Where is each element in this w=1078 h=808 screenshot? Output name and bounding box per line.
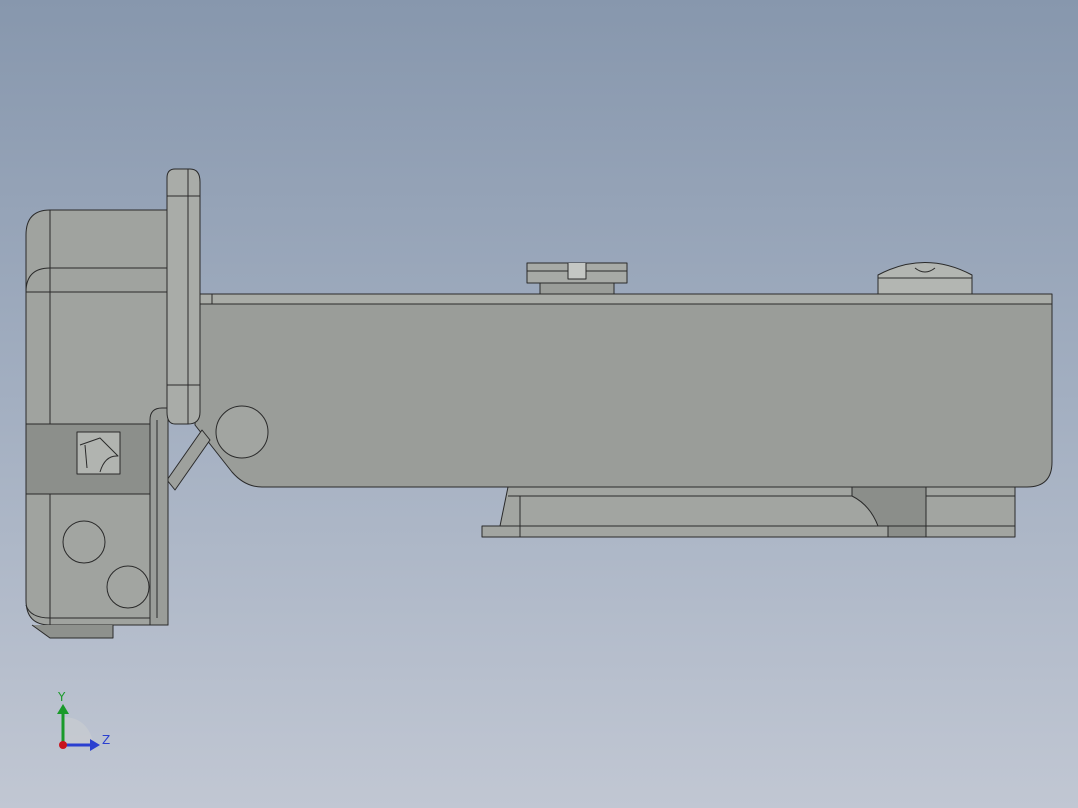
z-axis-label: Z <box>102 733 110 747</box>
x-axis-origin <box>59 741 67 749</box>
triad-arc <box>63 717 94 745</box>
cad-viewport[interactable]: Y Z <box>0 0 1078 808</box>
coordinate-triad: Y Z <box>57 690 110 751</box>
z-axis-arrow <box>90 739 100 751</box>
y-axis-arrow <box>57 704 69 714</box>
y-axis-label: Y <box>57 690 66 704</box>
